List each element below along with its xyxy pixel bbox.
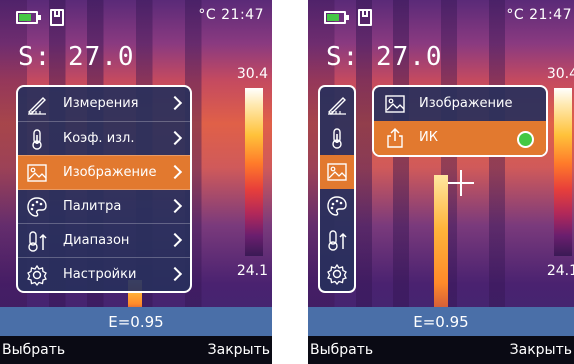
submenu-item-ir[interactable]: ИК xyxy=(374,121,546,155)
range-icon xyxy=(328,230,347,251)
menu-icon-palette[interactable] xyxy=(320,189,354,223)
softkey-bar: Выбрать Закрыть xyxy=(308,336,574,364)
menu-icon-image[interactable] xyxy=(320,155,354,189)
close-softkey[interactable]: Закрыть xyxy=(510,342,572,358)
scale-min: 24.1 xyxy=(236,263,268,279)
spot-temperature: S: 27.0 xyxy=(326,42,443,72)
radio-selected[interactable] xyxy=(517,131,534,148)
menu-item-measurements[interactable]: Измерения xyxy=(18,87,190,121)
measure-icon xyxy=(28,97,46,115)
submenu-item-label: ИК xyxy=(419,130,438,145)
gear-icon xyxy=(27,264,47,286)
thermometer-icon xyxy=(32,129,42,150)
battery-icon xyxy=(16,11,41,24)
temperature-scale-bar xyxy=(554,88,572,256)
sd-card-icon xyxy=(50,9,64,26)
spot-temperature: S: 27.0 xyxy=(18,42,135,72)
status-bar: °C 21:47 xyxy=(324,6,572,26)
menu-item-label: Настройки xyxy=(63,267,137,282)
temperature-scale-bar xyxy=(245,88,263,256)
thermal-screen-right: °C 21:47 S: 27.0 30.4 24.1 Изображение И… xyxy=(308,0,574,364)
menu-icon-measurements[interactable] xyxy=(320,87,354,121)
sd-card-icon xyxy=(358,9,372,26)
measure-icon xyxy=(328,97,346,115)
chevron-right-icon xyxy=(167,266,183,282)
submenu-item-label: Изображение xyxy=(419,96,513,111)
close-softkey[interactable]: Закрыть xyxy=(208,342,270,358)
menu-item-label: Диапазон xyxy=(63,233,130,248)
thermal-screen-left: °C 21:47 S: 27.0 30.4 24.1 Измерения Коэ… xyxy=(0,0,272,364)
menu-item-range[interactable]: Диапазон xyxy=(18,223,190,258)
emissivity-bar: E=0.95 xyxy=(0,307,272,337)
main-menu: Измерения Коэф. изл. Изображение Палитра… xyxy=(16,85,192,293)
menu-icon-settings[interactable] xyxy=(320,257,354,291)
scale-max: 30.4 xyxy=(236,66,268,82)
softkey-bar: Выбрать Закрыть xyxy=(0,336,272,364)
palette-icon xyxy=(27,197,47,217)
palette-icon xyxy=(327,196,347,216)
menu-item-label: Коэф. изл. xyxy=(63,131,135,146)
select-softkey[interactable]: Выбрать xyxy=(2,342,65,358)
menu-item-label: Изображение xyxy=(63,165,157,180)
image-icon xyxy=(327,163,347,181)
emissivity-bar: E=0.95 xyxy=(308,307,574,337)
crosshair-icon xyxy=(448,170,474,196)
battery-icon xyxy=(324,11,349,24)
chevron-right-icon xyxy=(167,198,183,214)
scale-min: 24.1 xyxy=(546,263,574,279)
menu-item-label: Палитра xyxy=(63,199,122,214)
status-bar: °C 21:47 xyxy=(16,6,264,26)
chevron-right-icon xyxy=(167,95,183,111)
menu-item-settings[interactable]: Настройки xyxy=(18,257,190,291)
thermometer-icon xyxy=(332,128,342,149)
select-softkey[interactable]: Выбрать xyxy=(310,342,373,358)
menu-item-palette[interactable]: Палитра xyxy=(18,189,190,224)
unit-time: °C 21:47 xyxy=(506,7,572,23)
menu-icon-range[interactable] xyxy=(320,223,354,257)
range-icon xyxy=(28,231,47,252)
chevron-right-icon xyxy=(167,130,183,146)
chevron-right-icon xyxy=(167,164,183,180)
submenu-item-image[interactable]: Изображение xyxy=(374,87,546,121)
chevron-right-icon xyxy=(167,232,183,248)
menu-icon-emissivity[interactable] xyxy=(320,121,354,155)
unit-time: °C 21:47 xyxy=(198,7,264,23)
scale-max: 30.4 xyxy=(546,66,574,82)
menu-item-label: Измерения xyxy=(63,96,139,111)
image-icon xyxy=(385,95,405,113)
image-icon xyxy=(27,164,47,182)
menu-icon-column xyxy=(318,85,356,293)
gear-icon xyxy=(327,263,347,285)
image-submenu: Изображение ИК xyxy=(372,85,548,157)
share-icon xyxy=(387,127,403,148)
menu-item-emissivity[interactable]: Коэф. изл. xyxy=(18,121,190,156)
menu-item-image[interactable]: Изображение xyxy=(18,155,190,190)
